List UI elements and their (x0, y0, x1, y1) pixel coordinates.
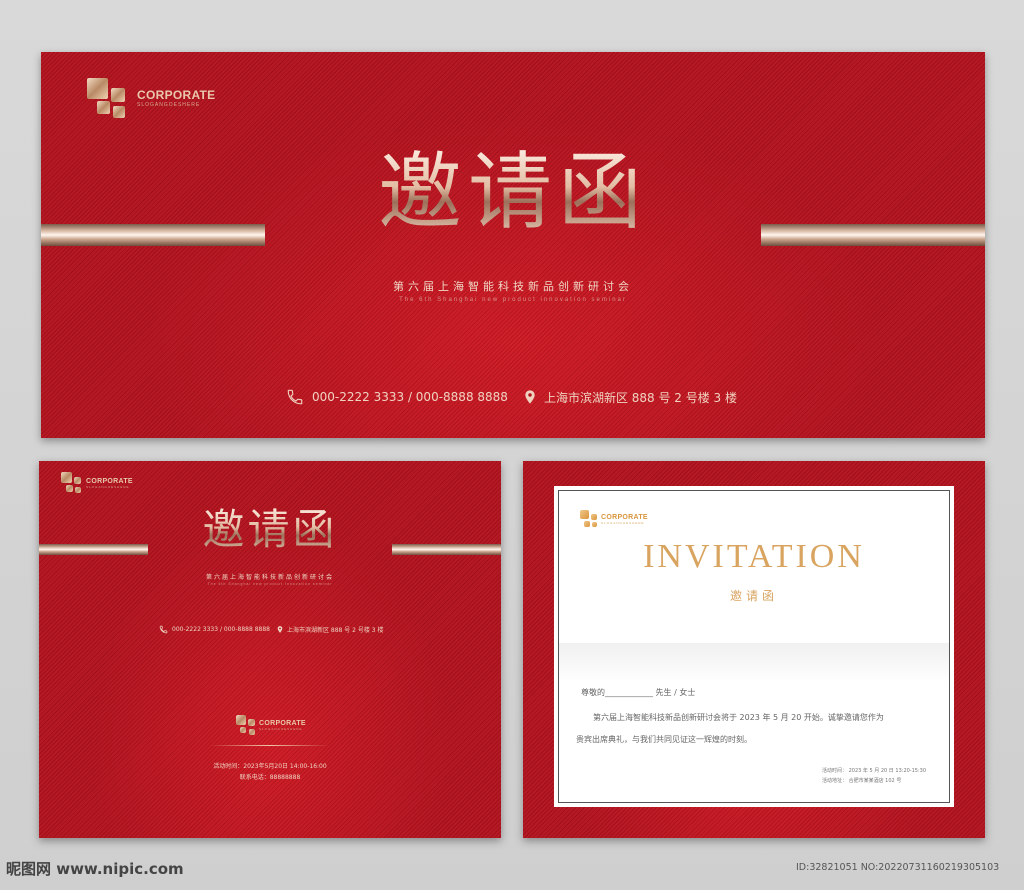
phone-icon (287, 389, 303, 405)
body-line-1: 第六届上海智能科技新品创新研讨会将于 2023 年 5 月 20 开始。诚挚邀请… (593, 713, 884, 722)
gold-bar-left (41, 224, 265, 246)
logo-mark-icon (580, 510, 598, 528)
location-pin-icon (277, 626, 283, 633)
logo-text: CORPORATE (259, 719, 306, 727)
event-time: 活动时间：2023年5月20日 14:00-16:00 (213, 763, 327, 770)
banner-logo: CORPORATE SLOGANGOESHERE (87, 78, 215, 118)
fold-shadow (559, 643, 949, 683)
subtitle-en: The 6th Shanghai new product innovation … (207, 582, 333, 586)
logo-slogan: SLOGANGOESHERE (86, 484, 130, 489)
watermark-left: 昵图网 www.nipic.com (6, 860, 184, 878)
banner-invitation: CORPORATE SLOGANGOESHERE 邀请函 第六届上海智能科技新品… (41, 52, 985, 438)
invitation-title-cn: 邀请函 (729, 589, 778, 603)
card-invitation-inside: CORPORATE SLOGANGOESHERE INVITATION 邀请函 … (523, 461, 985, 838)
card-invitation-front: CORPORATE SLOGANGOESHERE 邀请函 第六届上海智能科技新品… (39, 461, 501, 838)
location-pin-icon (525, 390, 535, 404)
logo-slogan: SLOGANGOESHERE (259, 726, 303, 731)
title-invitation: 邀请函 (303, 142, 723, 242)
card-left-logo: CORPORATE SLOGANGOESHERE (61, 472, 133, 494)
invitation-title-en: INVITATION (643, 538, 865, 575)
logo-text: CORPORATE (601, 513, 648, 521)
phone-icon (159, 625, 168, 634)
contact-phone: 联系电话：88888888 (239, 774, 301, 781)
salutation: 尊敬的____________ 先生 / 女士 (581, 688, 696, 697)
logo-text: CORPORATE (86, 477, 133, 485)
title-invitation: 邀请函 (170, 503, 370, 557)
logo-slogan: SLOGANGOESHERE (137, 101, 201, 108)
logo-mark-icon (236, 715, 256, 735)
detail-time: 活动时间： 2023 年 5 月 20 日 13:20-15:30 (822, 768, 927, 774)
card-left-footer-logo: CORPORATE SLOGANGOESHERE (236, 715, 306, 735)
phone-numbers: 000-2222 3333 / 000-8888 8888 (172, 626, 270, 633)
gold-bar-right (392, 544, 501, 555)
banner-contact: 000-2222 3333 / 000-8888 8888 上海市滨湖新区 88… (286, 388, 737, 406)
address: 上海市滨湖新区 888 号 2 号楼 3 楼 (286, 627, 384, 634)
logo-slogan: SLOGANGOESHERE (601, 520, 645, 525)
phone-numbers: 000-2222 3333 / 000-8888 8888 (312, 390, 508, 404)
invitation-logo: CORPORATE SLOGANGOESHERE (580, 510, 648, 528)
gold-bar-right (761, 224, 985, 246)
watermark-right: ID:32821051 NO:20220731160219305103 (796, 862, 1000, 873)
divider (209, 745, 329, 746)
logo-mark-icon (87, 78, 131, 118)
logo-mark-icon (61, 472, 83, 494)
invitation-sheet: CORPORATE SLOGANGOESHERE INVITATION 邀请函 … (554, 486, 954, 807)
detail-place: 活动地址： 合肥市某某酒店 102 号 (822, 778, 902, 784)
subtitle-cn: 第六届上海智能科技新品创新研讨会 (205, 574, 334, 581)
gold-bar-left (39, 544, 148, 555)
body-line-2: 贵宾出席典礼，与我们共同见证这一辉煌的时刻。 (576, 735, 752, 744)
subtitle-en: The 6th Shanghai new product innovation … (399, 297, 627, 303)
address: 上海市滨湖新区 888 号 2 号楼 3 楼 (543, 390, 737, 405)
subtitle-cn: 第六届上海智能科技新品创新研讨会 (393, 280, 633, 293)
card-left-contact: 000-2222 3333 / 000-8888 8888 上海市滨湖新区 88… (159, 625, 384, 634)
logo-text: CORPORATE (137, 87, 216, 102)
